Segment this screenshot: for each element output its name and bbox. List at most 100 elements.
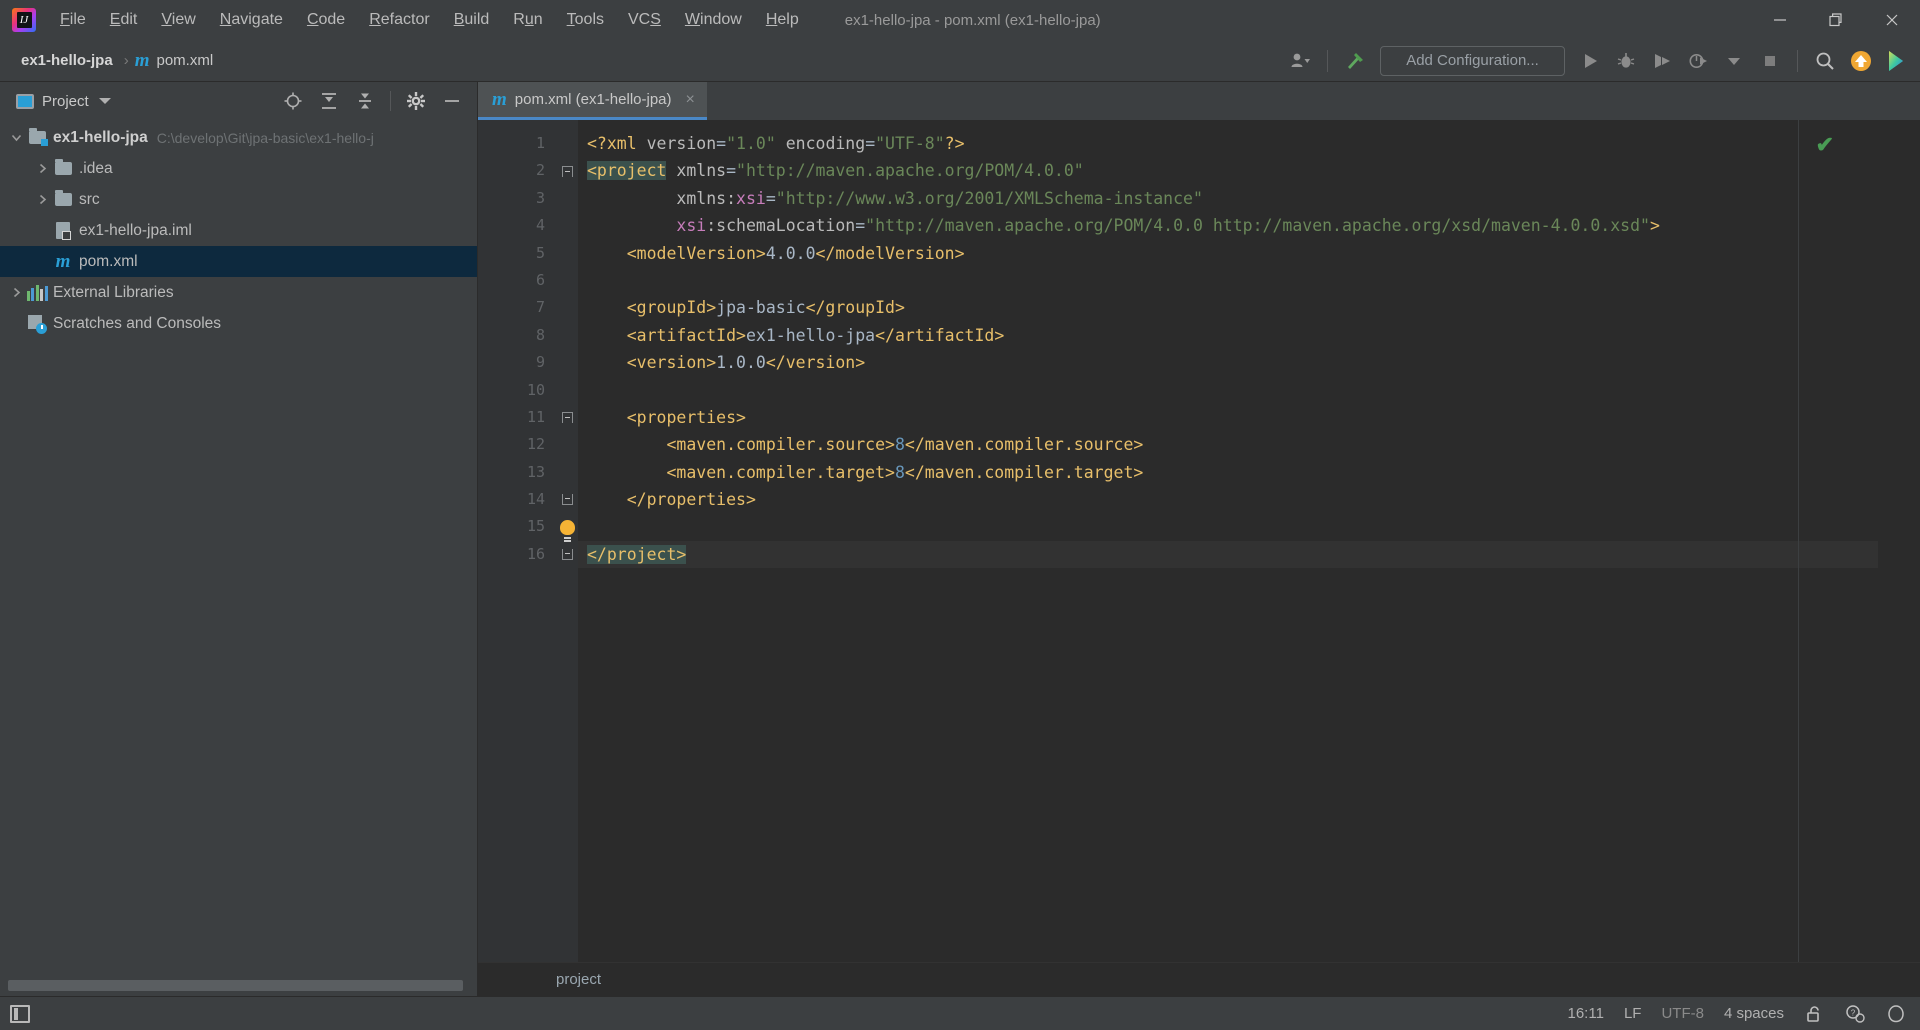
tree-node-ex1-hello-jpa-iml[interactable]: ex1-hello-jpa.iml — [0, 215, 477, 246]
fold-marker-end[interactable] — [556, 486, 578, 513]
menu-item-code[interactable]: Code — [295, 7, 357, 33]
breadcrumb-item-project[interactable]: ex1-hello-jpa — [16, 49, 118, 72]
run-with-coverage-icon[interactable] — [1645, 44, 1679, 78]
code-line[interactable]: <groupId>jpa-basic</groupId> — [578, 294, 1878, 321]
run-icon[interactable] — [1573, 44, 1607, 78]
toggle-tool-windows-icon[interactable] — [10, 1004, 30, 1023]
code-folding-gutter[interactable] — [556, 120, 578, 962]
chevron-right-icon[interactable] — [32, 162, 52, 175]
tree-node-pom-xml[interactable]: m pom.xml — [0, 246, 477, 277]
menu-item-navigate[interactable]: Navigate — [208, 7, 295, 33]
maven-m-icon: m — [55, 250, 71, 272]
code-line[interactable]: <version>1.0.0</version> — [578, 349, 1878, 376]
menu-item-file[interactable]: File — [48, 7, 98, 33]
chevron-down-icon[interactable] — [98, 98, 111, 104]
hector-inspection-icon[interactable] — [1886, 1004, 1906, 1024]
code-token: xmlns: — [676, 188, 737, 208]
minimize-button[interactable] — [1752, 0, 1808, 40]
stop-icon[interactable] — [1753, 44, 1787, 78]
breadcrumb-item-file[interactable]: pom.xml — [151, 49, 218, 72]
collapse-all-icon[interactable] — [348, 84, 382, 118]
menu-item-edit[interactable]: Edit — [98, 7, 150, 33]
menu-item-build[interactable]: Build — [442, 7, 502, 33]
project-tree-hscrollbar-track[interactable] — [0, 976, 477, 996]
update-project-icon[interactable] — [1844, 44, 1878, 78]
code-token: </maven.compiler.target> — [904, 462, 1144, 482]
code-line[interactable]: xmlns:xsi="http://www.w3.org/2001/XMLSch… — [578, 185, 1878, 212]
maximize-button[interactable] — [1808, 0, 1864, 40]
close-icon[interactable]: × — [686, 91, 695, 109]
code-line[interactable]: <?xml version="1.0" encoding="UTF-8"?> — [578, 130, 1878, 157]
menu-item-help[interactable]: Help — [754, 7, 811, 33]
fold-gutter-cell — [556, 349, 578, 376]
code-line[interactable]: <maven.compiler.target>8</maven.compiler… — [578, 459, 1878, 486]
code-line[interactable]: <modelVersion>4.0.0</modelVersion> — [578, 240, 1878, 267]
project-tree[interactable]: ex1-hello-jpa C:\develop\Git\jpa-basic\ex… — [0, 120, 477, 976]
chevron-right-icon[interactable] — [32, 193, 52, 206]
locate-target-icon[interactable] — [276, 84, 310, 118]
maven-m-icon: m — [134, 49, 150, 71]
user-account-icon[interactable] — [1283, 44, 1317, 78]
intention-bulb-icon[interactable] — [556, 513, 578, 540]
close-button[interactable] — [1864, 0, 1920, 40]
code-token: "http://maven.apache.org/POM/4.0.0 http:… — [865, 216, 1650, 236]
line-separator-status[interactable]: LF — [1624, 1005, 1642, 1022]
error-stripe-marker-panel[interactable] — [1878, 120, 1906, 962]
tree-node-external-libraries[interactable]: External Libraries — [0, 277, 477, 308]
code-token: = — [765, 188, 776, 208]
fold-marker-start[interactable] — [556, 404, 578, 431]
chevron-down-icon[interactable] — [6, 131, 26, 144]
inspection-ok-checkmark-icon[interactable]: ✔ — [1816, 132, 1834, 158]
code-token: <modelVersion> — [626, 243, 766, 263]
settings-gear-icon[interactable] — [399, 84, 433, 118]
editor-tab-pom-xml[interactable]: m pom.xml (ex1-hello-jpa) × — [478, 82, 707, 120]
tree-node-ex1-hello-jpa[interactable]: ex1-hello-jpa C:\develop\Git\jpa-basic\ex… — [0, 122, 477, 153]
code-token: </modelVersion> — [815, 243, 965, 263]
unlocked-icon[interactable] — [1804, 1004, 1824, 1024]
menu-item-run[interactable]: Run — [501, 7, 554, 33]
code-line[interactable]: <project xmlns="http://maven.apache.org/… — [578, 157, 1878, 184]
hide-panel-icon[interactable] — [435, 84, 469, 118]
expand-all-icon[interactable] — [312, 84, 346, 118]
fold-marker-start[interactable] — [556, 157, 578, 184]
code-editor[interactable]: ✔ <?xml version="1.0" encoding="UTF-8"?>… — [578, 120, 1878, 962]
add-configuration-button[interactable]: Add Configuration... — [1380, 45, 1565, 76]
menu-item-refactor[interactable]: Refactor — [357, 7, 441, 33]
fold-gutter-cell — [556, 130, 578, 157]
profiler-icon[interactable] — [1681, 44, 1715, 78]
code-line[interactable]: <artifactId>ex1-hello-jpa</artifactId> — [578, 322, 1878, 349]
more-dropdown-icon[interactable] — [1717, 44, 1751, 78]
caret-position-status[interactable]: 16:11 — [1568, 1005, 1604, 1022]
code-line[interactable] — [578, 267, 1878, 294]
code-line[interactable]: </properties> — [578, 486, 1878, 513]
search-everywhere-icon[interactable] — [1808, 44, 1842, 78]
tree-node-src[interactable]: src — [0, 184, 477, 215]
ide-plugin-icon[interactable] — [1880, 44, 1914, 78]
code-token: 1.0.0 — [716, 353, 766, 373]
chevron-right-icon[interactable] — [6, 286, 26, 299]
code-line[interactable]: <properties> — [578, 404, 1878, 431]
code-line[interactable] — [578, 513, 1878, 540]
code-line[interactable]: </project> — [578, 540, 1878, 569]
indent-status[interactable]: 4 spaces — [1724, 1005, 1784, 1022]
editor-breadcrumb-project[interactable]: project — [556, 971, 601, 988]
tree-node-label: ex1-hello-jpa.iml — [79, 221, 192, 239]
menu-item-tools[interactable]: Tools — [555, 7, 616, 33]
code-line[interactable] — [578, 377, 1878, 404]
tree-node-idea[interactable]: .idea — [0, 153, 477, 184]
encoding-status[interactable]: UTF-8 — [1661, 1005, 1704, 1022]
project-tree-hscrollbar-thumb[interactable] — [8, 980, 463, 991]
menu-item-view[interactable]: View — [149, 7, 207, 33]
code-line[interactable]: xsi:schemaLocation="http://maven.apache.… — [578, 212, 1878, 239]
code-line[interactable]: <maven.compiler.source>8</maven.compiler… — [578, 431, 1878, 458]
editor-vertical-scrollbar[interactable] — [1906, 120, 1920, 962]
menu-item-window[interactable]: Window — [673, 7, 754, 33]
tree-node-scratches-and-consoles[interactable]: Scratches and Consoles — [0, 308, 477, 339]
build-hammer-icon[interactable] — [1338, 44, 1372, 78]
debug-icon[interactable] — [1609, 44, 1643, 78]
menu-item-vcs[interactable]: VCS — [616, 7, 673, 33]
event-log-icon[interactable]: ? — [1844, 1004, 1866, 1024]
fold-marker-end[interactable] — [556, 541, 578, 568]
